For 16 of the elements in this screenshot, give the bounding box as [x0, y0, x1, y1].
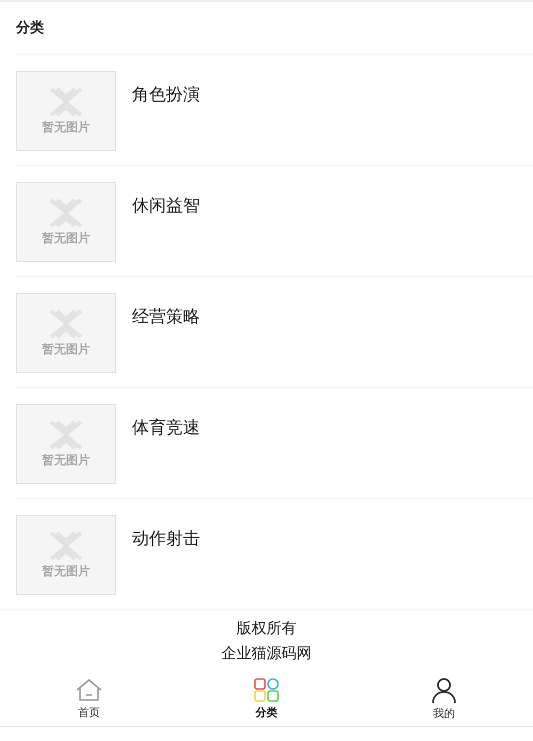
- category-name[interactable]: 角色扮演: [132, 83, 200, 106]
- person-icon: [431, 677, 458, 703]
- placeholder-text: 暂无图片: [42, 230, 90, 246]
- category-name[interactable]: 休闲益智: [132, 194, 200, 217]
- category-name[interactable]: 动作射击: [132, 527, 200, 550]
- category-name[interactable]: 体育竞速: [132, 416, 200, 439]
- placeholder-text: 暂无图片: [42, 118, 90, 136]
- footer-text: 版权所有: [236, 618, 296, 639]
- placeholder-text: 暂无图片: [42, 562, 90, 580]
- placeholder-text: 暂无图片: [42, 340, 90, 358]
- home-icon: [74, 678, 103, 702]
- grid-icon: [254, 678, 280, 702]
- page-title: 分类: [16, 19, 44, 37]
- placeholder-text: 暂无图片: [42, 452, 90, 468]
- footer-text: 企业猫源码网: [222, 643, 312, 664]
- category-name[interactable]: 经营策略: [132, 305, 200, 328]
